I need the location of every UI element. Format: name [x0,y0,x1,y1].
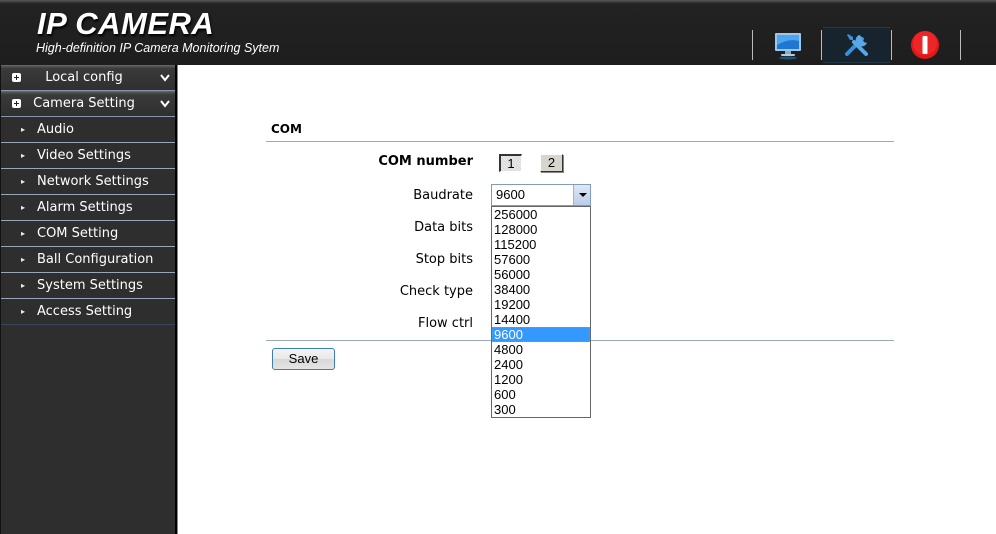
flow-ctrl-label: Flow ctrl [417,316,473,331]
sidebar: Local config Camera Setting ▸ Audio ▸ Vide… [0,65,178,534]
bullet-arrow-icon: ▸ [21,151,26,160]
app-header: IP CAMERA High-definition IP Camera Moni… [0,0,996,65]
bullet-arrow-icon: ▸ [21,255,26,264]
chevron-down-icon[interactable] [573,185,590,205]
app-subtitle: High-definition IP Camera Monitoring Syt… [36,41,280,55]
sidebar-item-label: Ball Configuration [37,252,154,267]
sidebar-item-ball-configuration[interactable]: ▸ Ball Configuration [1,247,175,273]
sidebar-item-label: Network Settings [37,174,149,189]
baudrate-option[interactable]: 14400 [492,312,590,327]
app-title: IP CAMERA [37,6,215,41]
sidebar-group-camera-setting[interactable]: Camera Setting [1,91,175,117]
expand-icon [12,73,21,82]
sidebar-item-label: Access Setting [37,304,133,319]
divider [891,30,892,60]
expand-icon [12,99,21,108]
sidebar-item-network-settings[interactable]: ▸ Network Settings [1,169,175,195]
baudrate-label: Baudrate [413,188,473,203]
sidebar-item-com-setting[interactable]: ▸ COM Setting [1,221,175,247]
logout-button[interactable] [905,27,945,63]
bullet-arrow-icon: ▸ [21,203,26,212]
chevron-down-icon [160,100,170,108]
divider [266,141,894,142]
sidebar-item-audio[interactable]: ▸ Audio [1,117,175,143]
stop-bits-label: Stop bits [415,252,473,267]
divider [960,30,961,60]
section-title: COM [271,122,302,136]
bullet-arrow-icon: ▸ [21,307,26,316]
com-number-label: COM number [378,154,473,169]
settings-button[interactable] [823,27,890,63]
monitor-icon [775,33,801,60]
sidebar-group-label: Local config [45,70,123,85]
check-type-label: Check type [399,284,473,299]
baudrate-option[interactable]: 2400 [492,357,590,372]
sidebar-item-alarm-settings[interactable]: ▸ Alarm Settings [1,195,175,221]
sidebar-item-label: COM Setting [37,226,119,241]
baudrate-option[interactable]: 115200 [492,237,590,252]
bullet-arrow-icon: ▸ [21,229,26,238]
bullet-arrow-icon: ▸ [21,125,26,134]
sidebar-item-access-setting[interactable]: ▸ Access Setting [1,299,175,325]
baudrate-option[interactable]: 38400 [492,282,590,297]
baudrate-option[interactable]: 57600 [492,252,590,267]
com-1-button[interactable]: 1 [499,154,522,172]
baudrate-dropdown-list[interactable]: 256000 128000 115200 57600 56000 38400 19200 14… [491,206,591,418]
com-2-button[interactable]: 2 [540,154,563,172]
sidebar-item-label: Audio [37,122,74,137]
sidebar-item-label: Alarm Settings [37,200,133,215]
data-bits-label: Data bits [414,220,473,235]
sidebar-item-video-settings[interactable]: ▸ Video Settings [1,143,175,169]
sidebar-item-system-settings[interactable]: ▸ System Settings [1,273,175,299]
baudrate-option[interactable]: 300 [492,402,590,417]
baudrate-option[interactable]: 256000 [492,207,590,222]
divider [821,30,822,60]
baudrate-option[interactable]: 56000 [492,267,590,282]
divider [752,30,753,60]
wrench-screwdriver-icon [844,34,868,56]
save-button[interactable]: Save [272,348,335,370]
sidebar-group-local-config[interactable]: Local config [1,65,175,91]
bullet-arrow-icon: ▸ [21,281,26,290]
baudrate-option[interactable]: 4800 [492,342,590,357]
baudrate-option[interactable]: 1200 [492,372,590,387]
live-view-button[interactable] [768,27,808,63]
baudrate-select[interactable]: 9600 [491,184,591,206]
power-icon [911,31,939,59]
chevron-down-icon [160,74,170,82]
sidebar-group-label: Camera Setting [33,96,135,111]
bullet-arrow-icon: ▸ [21,177,26,186]
baudrate-option[interactable]: 9600 [492,327,590,342]
baudrate-option[interactable]: 600 [492,387,590,402]
sidebar-item-label: System Settings [37,278,143,293]
baudrate-option[interactable]: 19200 [492,297,590,312]
sidebar-item-label: Video Settings [37,148,131,163]
baudrate-option[interactable]: 128000 [492,222,590,237]
baudrate-value: 9600 [496,187,525,202]
